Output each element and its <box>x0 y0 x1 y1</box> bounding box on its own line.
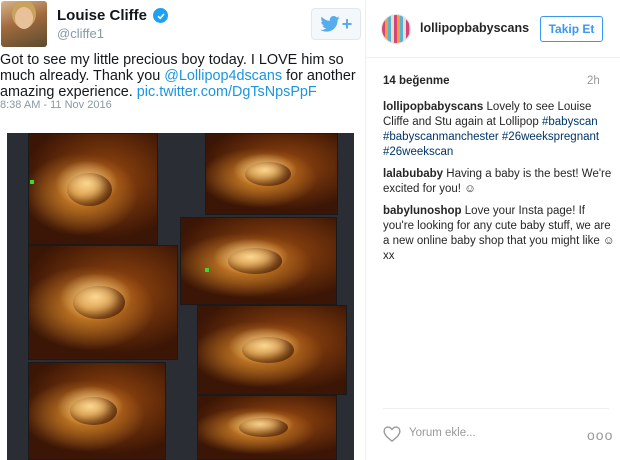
tweet-text: Got to see my little precious boy today.… <box>0 52 362 100</box>
post-age[interactable]: 2h <box>587 75 600 87</box>
tweet-handle[interactable]: @cliffe1 <box>57 26 104 41</box>
scan-marker <box>205 268 209 272</box>
twitter-bird-icon <box>320 16 340 32</box>
scan-image <box>28 245 178 360</box>
comment-username[interactable]: lalabubaby <box>383 168 443 180</box>
comment-input[interactable]: Yorum ekle... <box>409 427 476 439</box>
scan-image <box>180 217 337 305</box>
instagram-username[interactable]: lollipopbabyscans <box>420 21 529 35</box>
tweet-pic-link[interactable]: pic.twitter.com/DgTsNpsPpF <box>137 84 317 100</box>
plus-icon: + <box>341 14 353 34</box>
scan-image <box>197 305 347 395</box>
scan-image <box>197 395 337 460</box>
tweet-author[interactable]: Louise Cliffe <box>57 7 169 24</box>
comment-list: lollipopbabyscans Lovely to see Louise C… <box>383 100 615 271</box>
likes-count[interactable]: 14 beğenme <box>383 75 449 87</box>
instagram-footer: Yorum ekle... ooo <box>383 408 612 458</box>
comment-item: lalabubaby Having a baby is the best! We… <box>383 167 615 197</box>
tweet-avatar[interactable] <box>1 1 47 47</box>
scan-marker <box>30 180 34 184</box>
comment-item: lollipopbabyscans Lovely to see Louise C… <box>383 100 615 160</box>
instagram-panel: lollipopbabyscans Takip Et 14 beğenme 2h… <box>365 0 620 460</box>
comment-username[interactable]: babylunoshop <box>383 205 462 217</box>
verified-badge-icon <box>153 8 169 23</box>
scan-image <box>28 362 166 460</box>
heart-icon[interactable] <box>383 425 401 443</box>
tweet-mention-link[interactable]: @Lollipop4dscans <box>164 68 282 84</box>
tweet-author-name[interactable]: Louise Cliffe <box>57 7 147 24</box>
tweet-media-collage[interactable] <box>7 133 354 460</box>
instagram-header: lollipopbabyscans Takip Et <box>366 0 620 58</box>
scan-image <box>28 133 158 245</box>
tweet-card: Louise Cliffe @cliffe1 + Got to see my l… <box>0 0 365 460</box>
more-options-button[interactable]: ooo <box>587 427 613 443</box>
instagram-follow-button[interactable]: Takip Et <box>540 16 603 42</box>
scan-image <box>205 133 338 215</box>
twitter-follow-button[interactable]: + <box>311 8 361 40</box>
comment-username[interactable]: lollipopbabyscans <box>383 101 483 113</box>
instagram-avatar[interactable] <box>381 14 411 44</box>
comment-item: babylunoshop Love your Insta page! If yo… <box>383 204 615 264</box>
tweet-timestamp[interactable]: 8:38 AM - 11 Nov 2016 <box>0 99 112 111</box>
